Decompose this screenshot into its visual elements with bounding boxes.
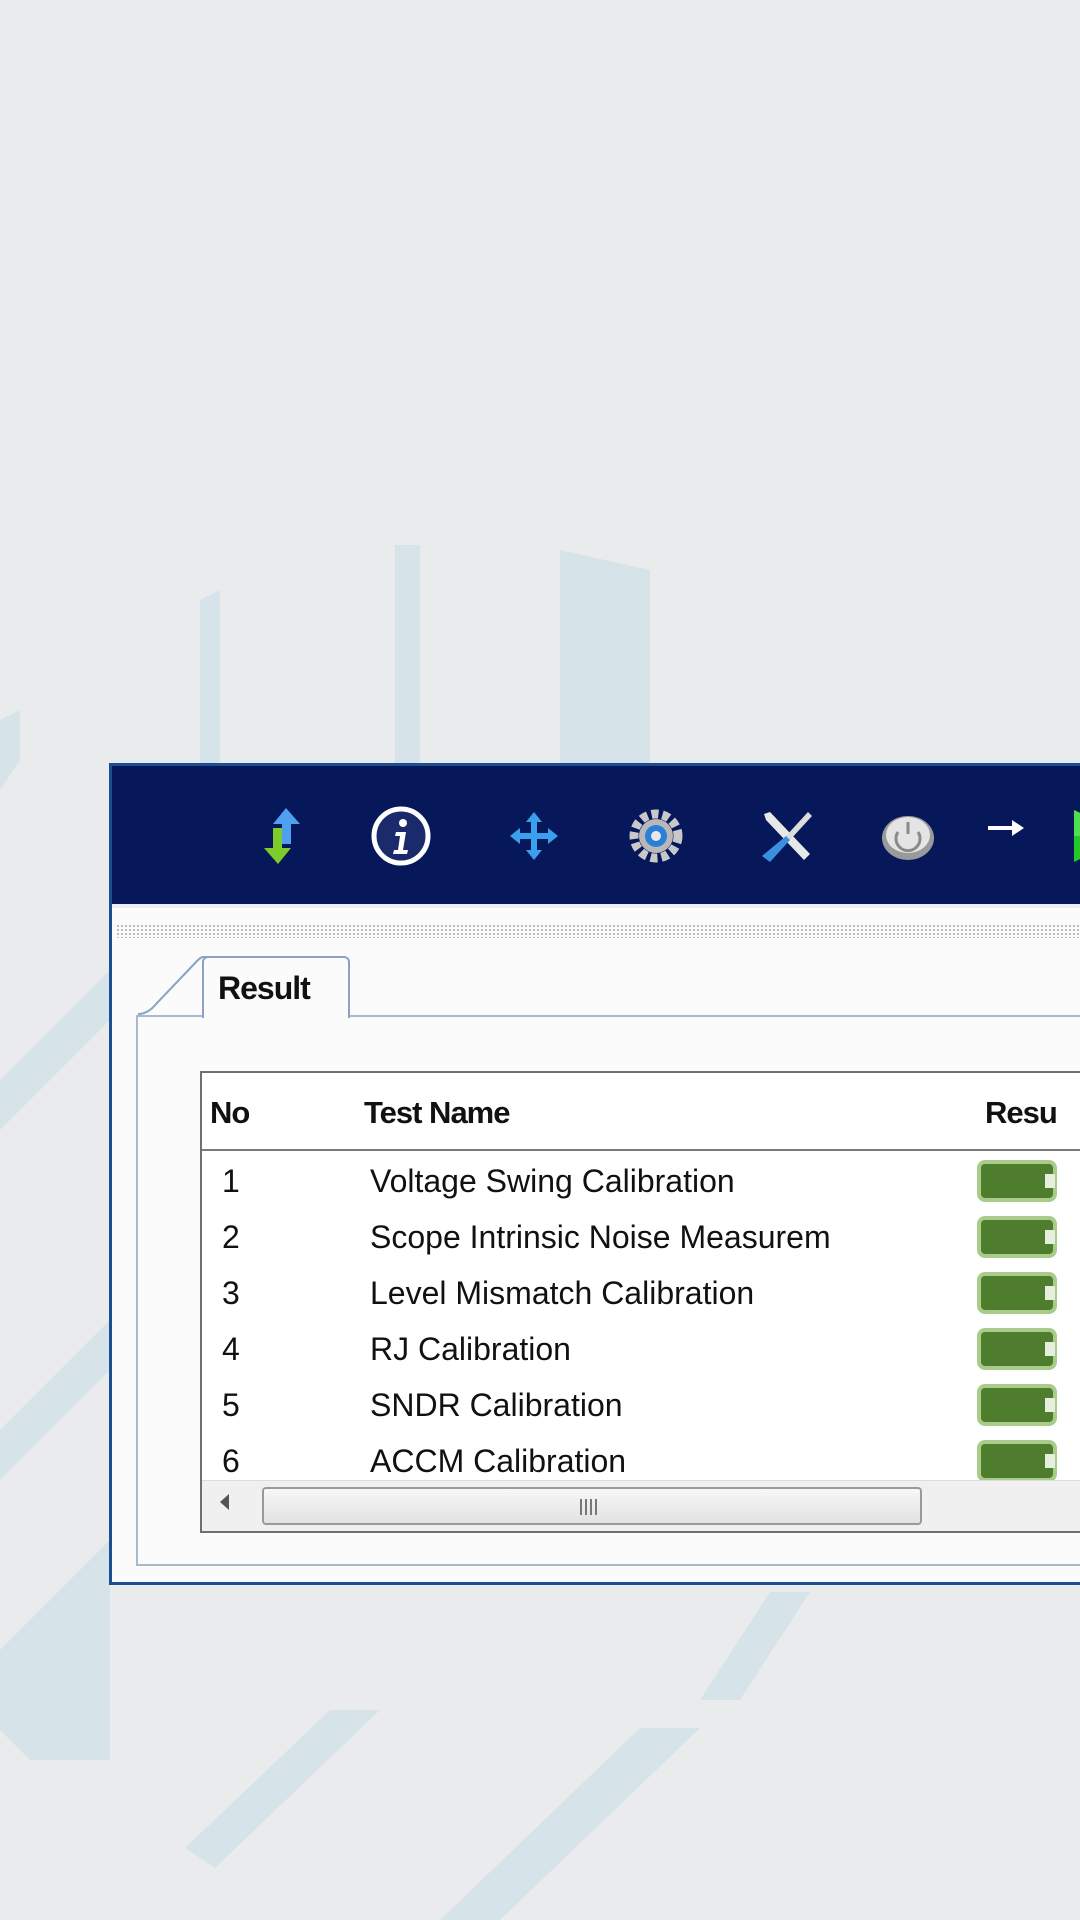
table-row[interactable]: 1 Voltage Swing Calibration <box>202 1155 1080 1211</box>
table-row[interactable]: 4 RJ Calibration <box>202 1323 1080 1379</box>
column-header-result[interactable]: Resu <box>985 1095 1058 1131</box>
info-icon[interactable] <box>369 804 433 868</box>
row-test-name: RJ Calibration <box>370 1331 571 1367</box>
scrollbar-thumb[interactable] <box>262 1487 922 1525</box>
results-grid: No Test Name Resu 1 Voltage Swing Calibr… <box>200 1071 1080 1533</box>
column-header-no[interactable]: No <box>210 1095 250 1131</box>
result-pass-indicator <box>977 1440 1057 1482</box>
row-test-name: SNDR Calibration <box>370 1387 623 1423</box>
tab-slope-decoration <box>138 956 208 1018</box>
toolbar <box>112 766 1080 908</box>
column-header-test-name[interactable]: Test Name <box>364 1095 510 1131</box>
thumb-grip <box>580 1499 600 1515</box>
row-number: 6 <box>222 1443 240 1479</box>
gear-icon[interactable] <box>624 804 688 868</box>
row-number: 5 <box>222 1387 240 1423</box>
swap-arrows-icon[interactable] <box>252 804 316 868</box>
row-number: 2 <box>222 1219 240 1255</box>
splitter-grip[interactable] <box>116 924 1080 938</box>
power-icon[interactable] <box>876 804 940 868</box>
tab-result[interactable]: Result <box>202 956 350 1018</box>
table-row[interactable]: 3 Level Mismatch Calibration <box>202 1267 1080 1323</box>
row-test-name: Level Mismatch Calibration <box>370 1275 755 1311</box>
arrow-right-icon[interactable] <box>974 796 1038 860</box>
grid-header: No Test Name Resu <box>202 1073 1080 1151</box>
tools-icon[interactable] <box>754 804 818 868</box>
table-row[interactable]: 5 SNDR Calibration <box>202 1379 1080 1435</box>
row-number: 4 <box>222 1331 240 1367</box>
result-pass-indicator <box>977 1384 1057 1426</box>
move-cross-icon[interactable] <box>502 804 566 868</box>
tab-label: Result <box>218 969 311 1006</box>
row-test-name: ACCM Calibration <box>370 1443 627 1479</box>
row-number: 1 <box>222 1163 240 1199</box>
table-row[interactable]: 2 Scope Intrinsic Noise Measurem <box>202 1211 1080 1267</box>
result-pass-indicator <box>977 1216 1057 1258</box>
play-icon[interactable] <box>1068 804 1080 868</box>
result-pass-indicator <box>977 1328 1057 1370</box>
result-pass-indicator <box>977 1272 1057 1314</box>
scroll-left-arrow-icon[interactable] <box>220 1494 229 1510</box>
row-test-name: Voltage Swing Calibration <box>370 1163 735 1199</box>
row-number: 3 <box>222 1275 240 1311</box>
horizontal-scrollbar[interactable] <box>202 1480 1080 1531</box>
row-test-name: Scope Intrinsic Noise Measurem <box>370 1219 831 1255</box>
result-pass-indicator <box>977 1160 1057 1202</box>
app-window: Result No Test Name Resu 1 Voltage Swing… <box>109 763 1080 1585</box>
